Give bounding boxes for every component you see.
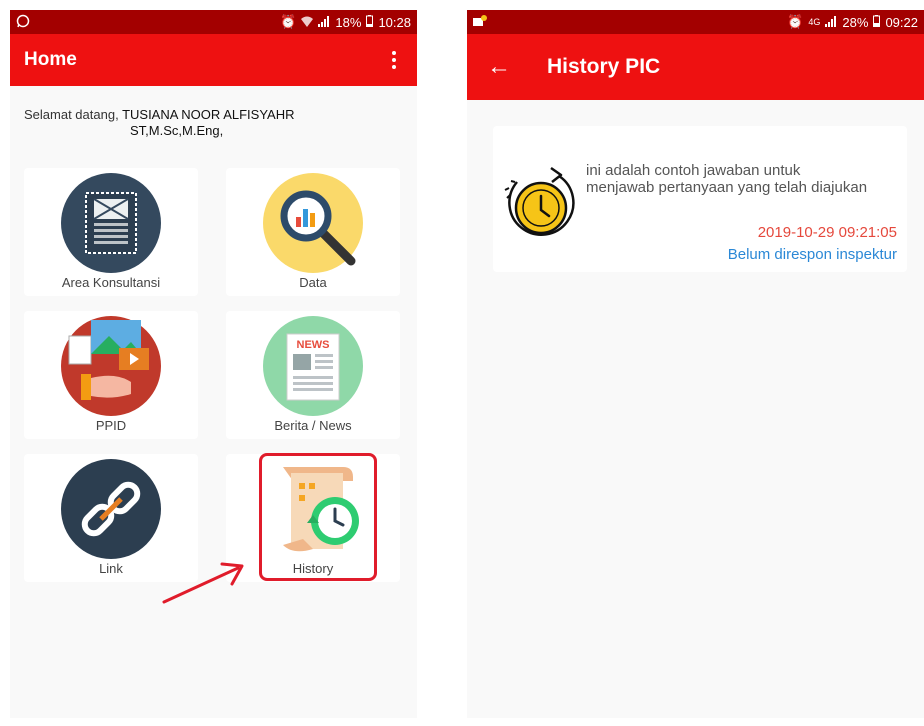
media-hand-icon	[61, 316, 161, 416]
whatsapp-notification-icon	[16, 14, 30, 31]
welcome-prefix: Selamat datang,	[24, 107, 123, 122]
newspaper-icon: NEWS	[263, 316, 363, 416]
signal-icon	[318, 15, 330, 30]
history-message-line2: menjawab pertanyaan yang telah diajukan	[586, 179, 868, 196]
history-highlight-box	[259, 453, 377, 581]
menu-label: PPID	[95, 418, 127, 433]
pointer-arrow-annotation	[162, 562, 244, 604]
page-title: Home	[24, 49, 77, 70]
battery-level: 28%	[842, 14, 869, 30]
menu-card-ppid[interactable]: PPID	[24, 311, 198, 439]
blueprint-icon	[61, 173, 161, 273]
battery-icon	[366, 14, 374, 30]
status-time: 09:22	[885, 14, 918, 30]
battery-level: 18%	[335, 14, 362, 30]
alarm-icon: ⏰	[280, 14, 297, 29]
app-bar: Home	[10, 34, 417, 86]
network-type: 4G	[808, 17, 821, 27]
menu-card-berita-news[interactable]: NEWS Berita / News	[226, 311, 400, 439]
status-time: 10:28	[378, 14, 411, 30]
signal-icon	[825, 15, 837, 30]
app-bar: ← History PIC	[467, 34, 924, 100]
page-title: History PIC	[547, 55, 661, 78]
menu-label: Berita / News	[274, 418, 352, 433]
chain-link-icon	[61, 459, 161, 559]
history-date: 2019-10-29 09:21:05	[757, 224, 897, 241]
user-name: TUSIANA NOOR ALFISYAHR	[122, 107, 295, 122]
user-title: ST,M.Sc,M.Eng,	[130, 123, 224, 138]
news-badge-text: NEWS	[297, 339, 330, 351]
history-message-line1: ini adalah contoh jawaban untuk	[586, 162, 801, 179]
welcome-text: Selamat datang, TUSIANA NOOR ALFISYAHR S…	[24, 107, 294, 139]
status-bar: ⏰ 18% 10:28	[10, 10, 417, 34]
menu-card-area-konsultansi[interactable]: Area Konsultansi	[24, 168, 198, 296]
menu-label: Area Konsultansi	[61, 275, 161, 290]
status-bar: ⏰ 4G 28% 09:22	[467, 10, 924, 34]
back-arrow-icon[interactable]: ←	[487, 53, 517, 81]
history-pic-screen: ⏰ 4G 28% 09:22 ← History PIC ini adalah …	[467, 10, 924, 718]
magnifier-chart-icon	[263, 173, 363, 273]
history-status: Belum direspon inspektur	[727, 246, 897, 263]
battery-icon	[873, 14, 881, 30]
history-item[interactable]: ini adalah contoh jawaban untuk menjawab…	[493, 126, 907, 272]
menu-card-data[interactable]: Data	[226, 168, 400, 296]
notification-icon	[473, 14, 487, 30]
clock-history-icon	[504, 166, 575, 236]
history-message: ini adalah contoh jawaban untuk menjawab…	[586, 162, 904, 196]
home-screen: ⏰ 18% 10:28 Home Selamat datang, TUSIANA…	[10, 10, 417, 718]
menu-label: Data	[299, 275, 327, 290]
overflow-menu-icon[interactable]	[385, 48, 403, 72]
alarm-icon: ⏰	[787, 14, 804, 29]
wifi-icon	[301, 15, 314, 30]
